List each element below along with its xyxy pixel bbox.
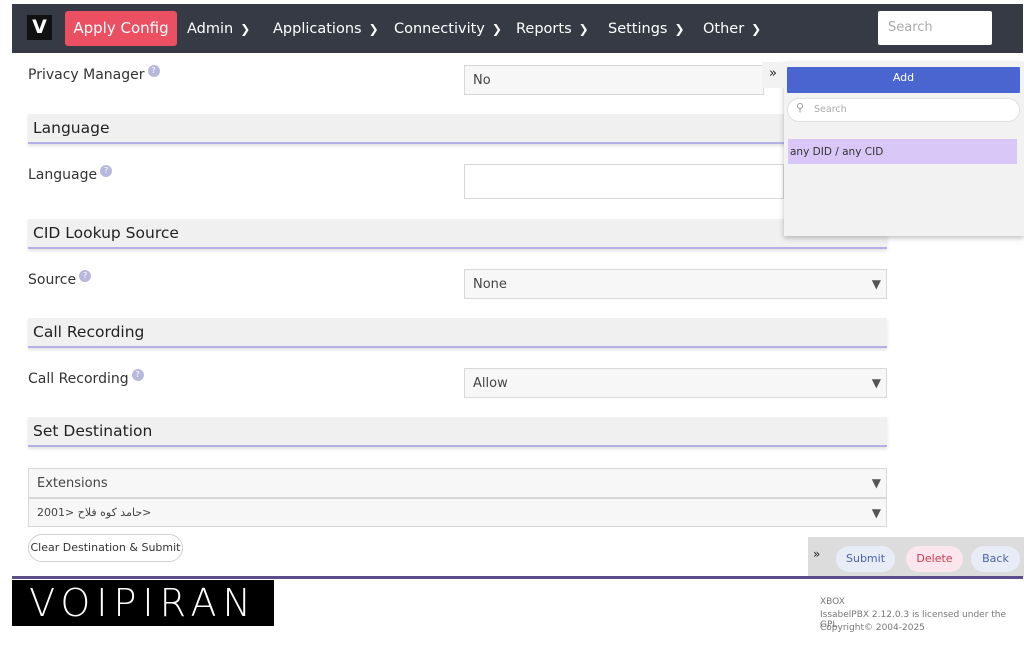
top-search-input[interactable]: Search — [878, 11, 992, 45]
help-icon[interactable]: ? — [131, 369, 144, 381]
source-text: Source — [28, 272, 77, 288]
call-recording-text: Call Recording — [28, 371, 129, 387]
chevron-down-icon: ❯ — [368, 22, 379, 36]
call-recording-label: Call Recording? — [28, 369, 144, 387]
panel-search-input[interactable]: ⚲ Search — [787, 98, 1020, 122]
section-cid-lookup-source: CID Lookup Source — [28, 219, 887, 249]
footer-copyright: Copyright© 2004-2025 — [820, 623, 925, 633]
dropdown-arrow-icon: ▼ — [871, 277, 881, 291]
double-chevron-right-icon[interactable]: » — [762, 62, 784, 88]
help-icon[interactable]: ? — [100, 165, 113, 177]
dropdown-arrow-icon: ▼ — [871, 506, 881, 520]
privacy-manager-value: No — [473, 73, 491, 88]
menu-applications-label: Applications — [273, 21, 362, 37]
help-icon[interactable]: ? — [79, 270, 92, 282]
delete-button[interactable]: Delete — [906, 546, 963, 572]
call-recording-value: Allow — [473, 376, 508, 391]
privacy-manager-select[interactable]: No — [464, 65, 764, 95]
back-button[interactable]: Back — [971, 546, 1020, 572]
chevron-down-icon: ❯ — [578, 22, 589, 36]
brand-logo: VOIPIRAN — [12, 580, 274, 626]
language-label: Language? — [28, 165, 113, 183]
menu-admin[interactable]: Admin ❯ — [187, 4, 250, 53]
panel-search-placeholder: Search — [814, 104, 847, 115]
help-icon[interactable]: ? — [147, 65, 160, 77]
footer-divider — [12, 576, 1023, 579]
menu-reports-label: Reports — [516, 21, 572, 37]
menu-applications[interactable]: Applications ❯ — [273, 4, 379, 53]
dropdown-arrow-icon: ▼ — [871, 376, 881, 390]
list-item[interactable]: any DID / any CID — [788, 139, 1017, 164]
section-call-recording: Call Recording — [28, 318, 887, 348]
destination-type-select[interactable]: Extensions ▼ — [28, 468, 887, 498]
add-button[interactable]: Add — [787, 67, 1020, 93]
search-icon: ⚲ — [796, 101, 805, 114]
menu-reports[interactable]: Reports ❯ — [516, 4, 589, 53]
section-set-destination: Set Destination — [28, 417, 887, 447]
menu-settings-label: Settings — [608, 21, 668, 37]
privacy-manager-text: Privacy Manager — [28, 67, 145, 83]
top-nav: V Apply Config Admin ❯ Applications ❯ Conn… — [12, 4, 1023, 53]
source-select[interactable]: None ▼ — [464, 269, 887, 299]
section-language: Language — [28, 114, 887, 144]
menu-other[interactable]: Other ❯ — [703, 4, 761, 53]
menu-connectivity[interactable]: Connectivity ❯ — [394, 4, 502, 53]
language-input[interactable] — [464, 164, 784, 199]
dropdown-arrow-icon: ▼ — [871, 476, 881, 490]
apply-config-button[interactable]: Apply Config — [65, 11, 177, 46]
chevron-down-icon: ❯ — [674, 22, 685, 36]
double-chevron-right-icon[interactable]: » — [813, 547, 820, 561]
source-value: None — [473, 277, 507, 292]
destination-value: حامد کوه فلاح <2001> — [37, 506, 152, 519]
destination-value-select[interactable]: حامد کوه فلاح <2001> ▼ — [28, 498, 887, 527]
chevron-down-icon: ❯ — [751, 22, 762, 36]
clear-destination-submit-button[interactable]: Clear Destination & Submit — [28, 534, 183, 562]
call-recording-select[interactable]: Allow ▼ — [464, 368, 887, 398]
source-label: Source? — [28, 270, 92, 288]
menu-other-label: Other — [703, 21, 745, 37]
chevron-down-icon: ❯ — [240, 22, 251, 36]
menu-connectivity-label: Connectivity — [394, 21, 485, 37]
privacy-manager-label: Privacy Manager? — [28, 65, 160, 83]
chevron-down-icon: ❯ — [491, 22, 502, 36]
footer-host: XBOX — [820, 597, 845, 607]
logo[interactable]: V — [27, 15, 52, 40]
menu-admin-label: Admin — [187, 21, 234, 37]
destination-type-value: Extensions — [37, 476, 108, 491]
submit-button[interactable]: Submit — [836, 546, 895, 572]
menu-settings[interactable]: Settings ❯ — [608, 4, 685, 53]
language-text: Language — [28, 167, 98, 183]
